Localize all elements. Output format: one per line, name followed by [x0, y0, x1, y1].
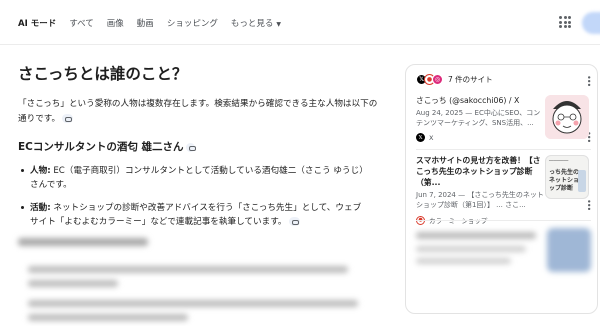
- source-site-name: X: [429, 133, 434, 142]
- source-link-icon[interactable]: [288, 217, 300, 226]
- x-logo-icon: 𝕏: [416, 133, 425, 142]
- sign-in-button[interactable]: [582, 12, 600, 34]
- source-link-icon[interactable]: [185, 142, 196, 152]
- section-heading-text: ECコンサルタントの酒匂 雄二さん: [18, 141, 184, 153]
- source-site: 𝕏 X: [416, 133, 541, 142]
- caret-down-icon: ▼: [276, 21, 281, 28]
- thumbnail-text: っち先生のネットショップ診断: [549, 169, 580, 192]
- sources-count: 7 件のサイト: [448, 75, 493, 84]
- cartoon-face-icon: [545, 95, 589, 139]
- blurred-source-item: [416, 228, 591, 298]
- apps-grid-icon[interactable]: [559, 16, 571, 28]
- tab-ai-mode[interactable]: AI モード: [18, 17, 56, 29]
- instagram-logo-icon: ◎: [432, 74, 443, 85]
- bullet-person: 人物: EC（電子商取引）コンサルタントとして活動している酒匂雄二（さこう ゆう…: [18, 164, 368, 192]
- article-thumbnail[interactable]: ━━━━━━━━ っち先生のネットショップ診断: [545, 155, 589, 199]
- tab-videos[interactable]: 動画: [137, 17, 154, 29]
- bullet-text: EC（電子商取引）コンサルタントとして活動している酒匂雄二（さこう ゆうじ）さん…: [30, 166, 368, 190]
- tab-all[interactable]: すべて: [69, 17, 94, 29]
- source-title[interactable]: さこっち (@sakocchi06) / X: [416, 95, 541, 106]
- answer-intro: 「さこっち」という愛称の人物は複数存在します。検索結果から確認できる主な人物は以…: [18, 97, 378, 127]
- tab-shopping[interactable]: ショッピング: [167, 17, 218, 29]
- source-snippet: Jun 7, 2024 — 【さこっち先生のネットショップ診断（第1回）】 ..…: [416, 191, 544, 209]
- tab-more-label: もっと見る: [230, 19, 274, 29]
- source-link-icon[interactable]: [62, 114, 74, 123]
- source-snippet: Aug 24, 2025 — EC中心にSEO、コンテンツマーケティング、SNS…: [416, 109, 541, 127]
- avatar-thumbnail[interactable]: [545, 95, 589, 139]
- tab-more[interactable]: もっと見る ▼: [231, 17, 281, 29]
- section-heading: ECコンサルタントの酒匂 雄二さん: [18, 139, 196, 154]
- source-divider: [416, 220, 591, 221]
- bullet-label: 活動:: [30, 203, 51, 213]
- bullet-label: 人物:: [30, 166, 51, 176]
- thumbnail-figure: [578, 170, 586, 192]
- tab-images[interactable]: 画像: [107, 17, 124, 29]
- bullet-text: ネットショップの診断や改善アドバイスを行う「さこっち先生」として、ウェブサイト「…: [30, 203, 362, 227]
- source-item[interactable]: スマホサイトの見せ方を改善！【さこっち先生のネットショップ診断（第... Jun…: [416, 155, 544, 225]
- question-title: さこっちとは誰のこと？: [18, 65, 188, 83]
- answer-bullets: 人物: EC（電子商取引）コンサルタントとして活動している酒匂雄二（さこう ゆう…: [18, 164, 368, 238]
- nav-divider: [0, 44, 600, 45]
- top-navigation: AI モード すべて 画像 動画 ショッピング もっと見る ▼: [0, 0, 600, 44]
- sources-header: 𝕏 ● ◎ 7 件のサイト: [416, 74, 493, 85]
- more-options-icon[interactable]: •••: [584, 199, 593, 210]
- thumbnail-header-strip: ━━━━━━━━: [549, 158, 569, 163]
- sources-panel: 𝕏 ● ◎ 7 件のサイト ••• さこっち (@sakocchi06) / X…: [405, 64, 598, 314]
- search-mode-tabs: AI モード すべて 画像 動画 ショッピング もっと見る ▼: [18, 17, 294, 29]
- source-title[interactable]: スマホサイトの見せ方を改善！【さこっち先生のネットショップ診断（第...: [416, 155, 544, 188]
- source-favicons: 𝕏 ● ◎: [416, 74, 443, 85]
- source-divider: [416, 149, 591, 150]
- more-options-icon[interactable]: •••: [584, 75, 593, 86]
- source-item[interactable]: さこっち (@sakocchi06) / X Aug 24, 2025 — EC…: [416, 95, 541, 142]
- bullet-activity: 活動: ネットショップの診断や改善アドバイスを行う「さこっち先生」として、ウェブ…: [18, 201, 368, 229]
